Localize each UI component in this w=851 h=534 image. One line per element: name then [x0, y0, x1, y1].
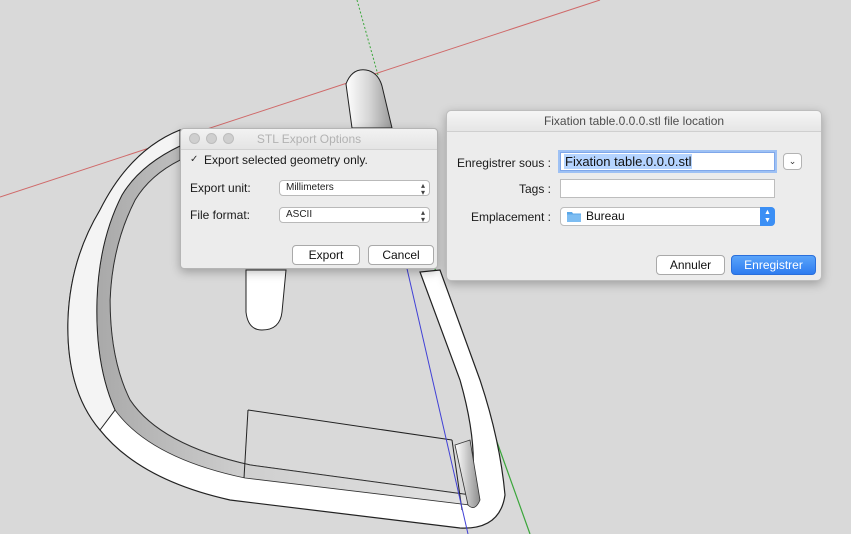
location-label: Emplacement : — [470, 210, 551, 224]
chevron-down-icon: ⌄ — [788, 156, 797, 166]
export-unit-label: Export unit: — [190, 181, 251, 195]
middle-peg — [245, 269, 287, 331]
stl-dialog-title: STL Export Options — [256, 132, 362, 146]
file-format-label: File format: — [190, 208, 251, 222]
expand-button[interactable]: ⌄ — [783, 153, 802, 170]
export-selected-checkbox-row[interactable]: ✓ Export selected geometry only. — [190, 153, 368, 167]
export-unit-select[interactable]: Millimeters ▴ ▾ — [279, 180, 430, 197]
save-as-label: Enregistrer sous : — [456, 156, 551, 170]
green-axis-dotted — [356, 0, 379, 76]
location-value: Bureau — [586, 209, 625, 223]
updown-arrows-icon: ▴ ▾ — [420, 181, 425, 197]
save-as-input[interactable]: Fixation table.0.0.0.stl — [560, 152, 775, 171]
folder-icon — [567, 212, 581, 222]
updown-arrows-icon: ▲ ▼ — [760, 207, 775, 226]
stl-export-options-dialog: STL Export Options ✓ Export selected geo… — [180, 128, 438, 269]
save-dialog-titlebar[interactable]: Fixation table.0.0.0.stl file location — [447, 111, 821, 132]
edge-1 — [247, 409, 453, 441]
updown-arrows-icon: ▴ ▾ — [420, 208, 425, 224]
file-format-value: ASCII — [286, 209, 313, 220]
file-location-dialog: Fixation table.0.0.0.stl file location E… — [446, 110, 822, 281]
save-dialog-title: Fixation table.0.0.0.stl file location — [543, 114, 725, 128]
tags-input[interactable] — [560, 179, 775, 198]
enregistrer-button[interactable]: Enregistrer — [731, 255, 816, 275]
cancel-button[interactable]: Cancel — [368, 245, 434, 265]
tags-label: Tags : — [518, 182, 551, 196]
export-button[interactable]: Export — [292, 245, 360, 265]
annuler-button[interactable]: Annuler — [656, 255, 725, 275]
export-selected-label: Export selected geometry only. — [204, 153, 368, 167]
file-format-select[interactable]: ASCII ▴ ▾ — [279, 207, 430, 224]
export-unit-value: Millimeters — [286, 182, 334, 193]
stl-dialog-titlebar[interactable]: STL Export Options — [181, 129, 437, 150]
save-as-value: Fixation table.0.0.0.stl — [564, 154, 693, 169]
location-select[interactable]: Bureau ▲ ▼ — [560, 207, 775, 226]
checkbox-checked-icon[interactable]: ✓ — [190, 155, 200, 165]
top-peg — [345, 69, 393, 129]
